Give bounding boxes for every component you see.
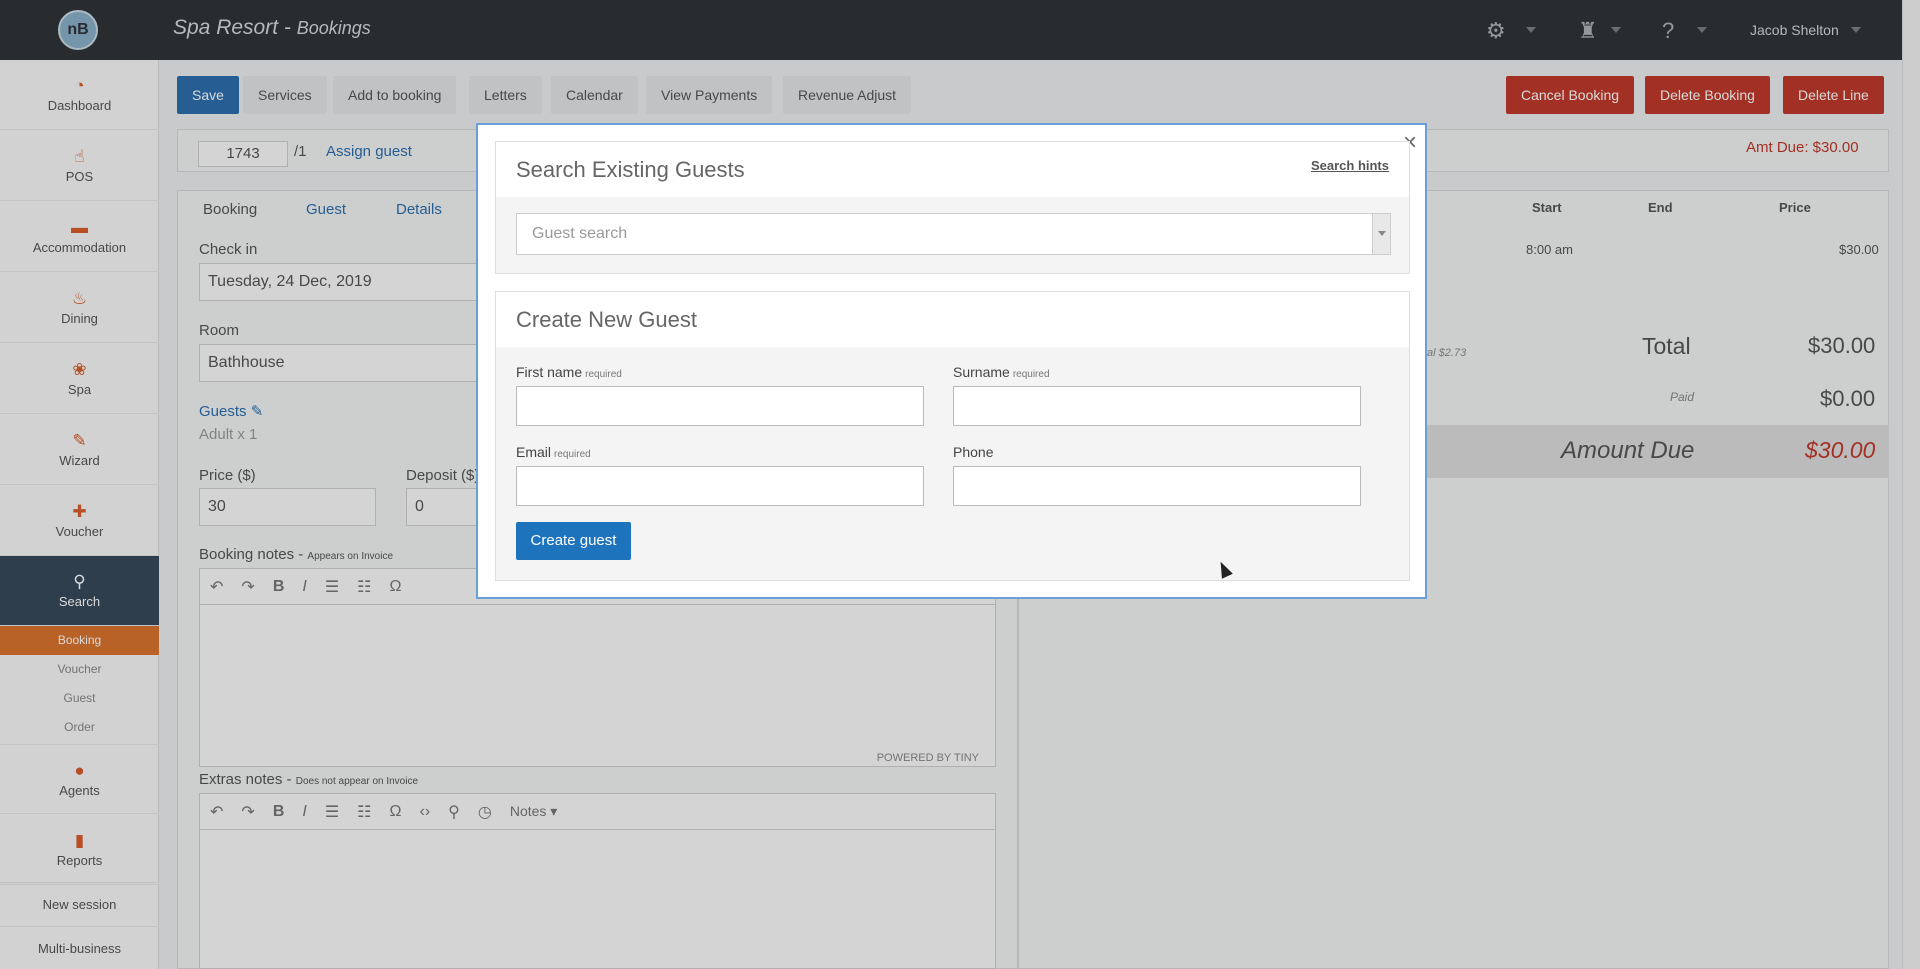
phone-input[interactable] [953,466,1361,506]
search-hints-link[interactable]: Search hints [1311,158,1389,173]
chevron-down-icon[interactable] [1372,214,1390,254]
create-guest-card: Create New Guest First name required Surn… [495,291,1410,581]
email-label: Email required [516,444,591,460]
search-guests-title: Search Existing Guests [496,142,1409,197]
email-input[interactable] [516,466,924,506]
create-guest-title: Create New Guest [496,292,1409,347]
phone-label: Phone [953,444,994,460]
first-name-label: First name required [516,364,622,380]
surname-label: Surname required [953,364,1050,380]
guest-modal: × Search Existing Guests Search hints Gu… [476,123,1427,599]
guest-search-input[interactable]: Guest search [516,213,1391,255]
first-name-input[interactable] [516,386,924,426]
surname-input[interactable] [953,386,1361,426]
create-guest-button[interactable]: Create guest [516,522,631,560]
search-guests-card: Search Existing Guests Search hints Gues… [495,141,1410,274]
